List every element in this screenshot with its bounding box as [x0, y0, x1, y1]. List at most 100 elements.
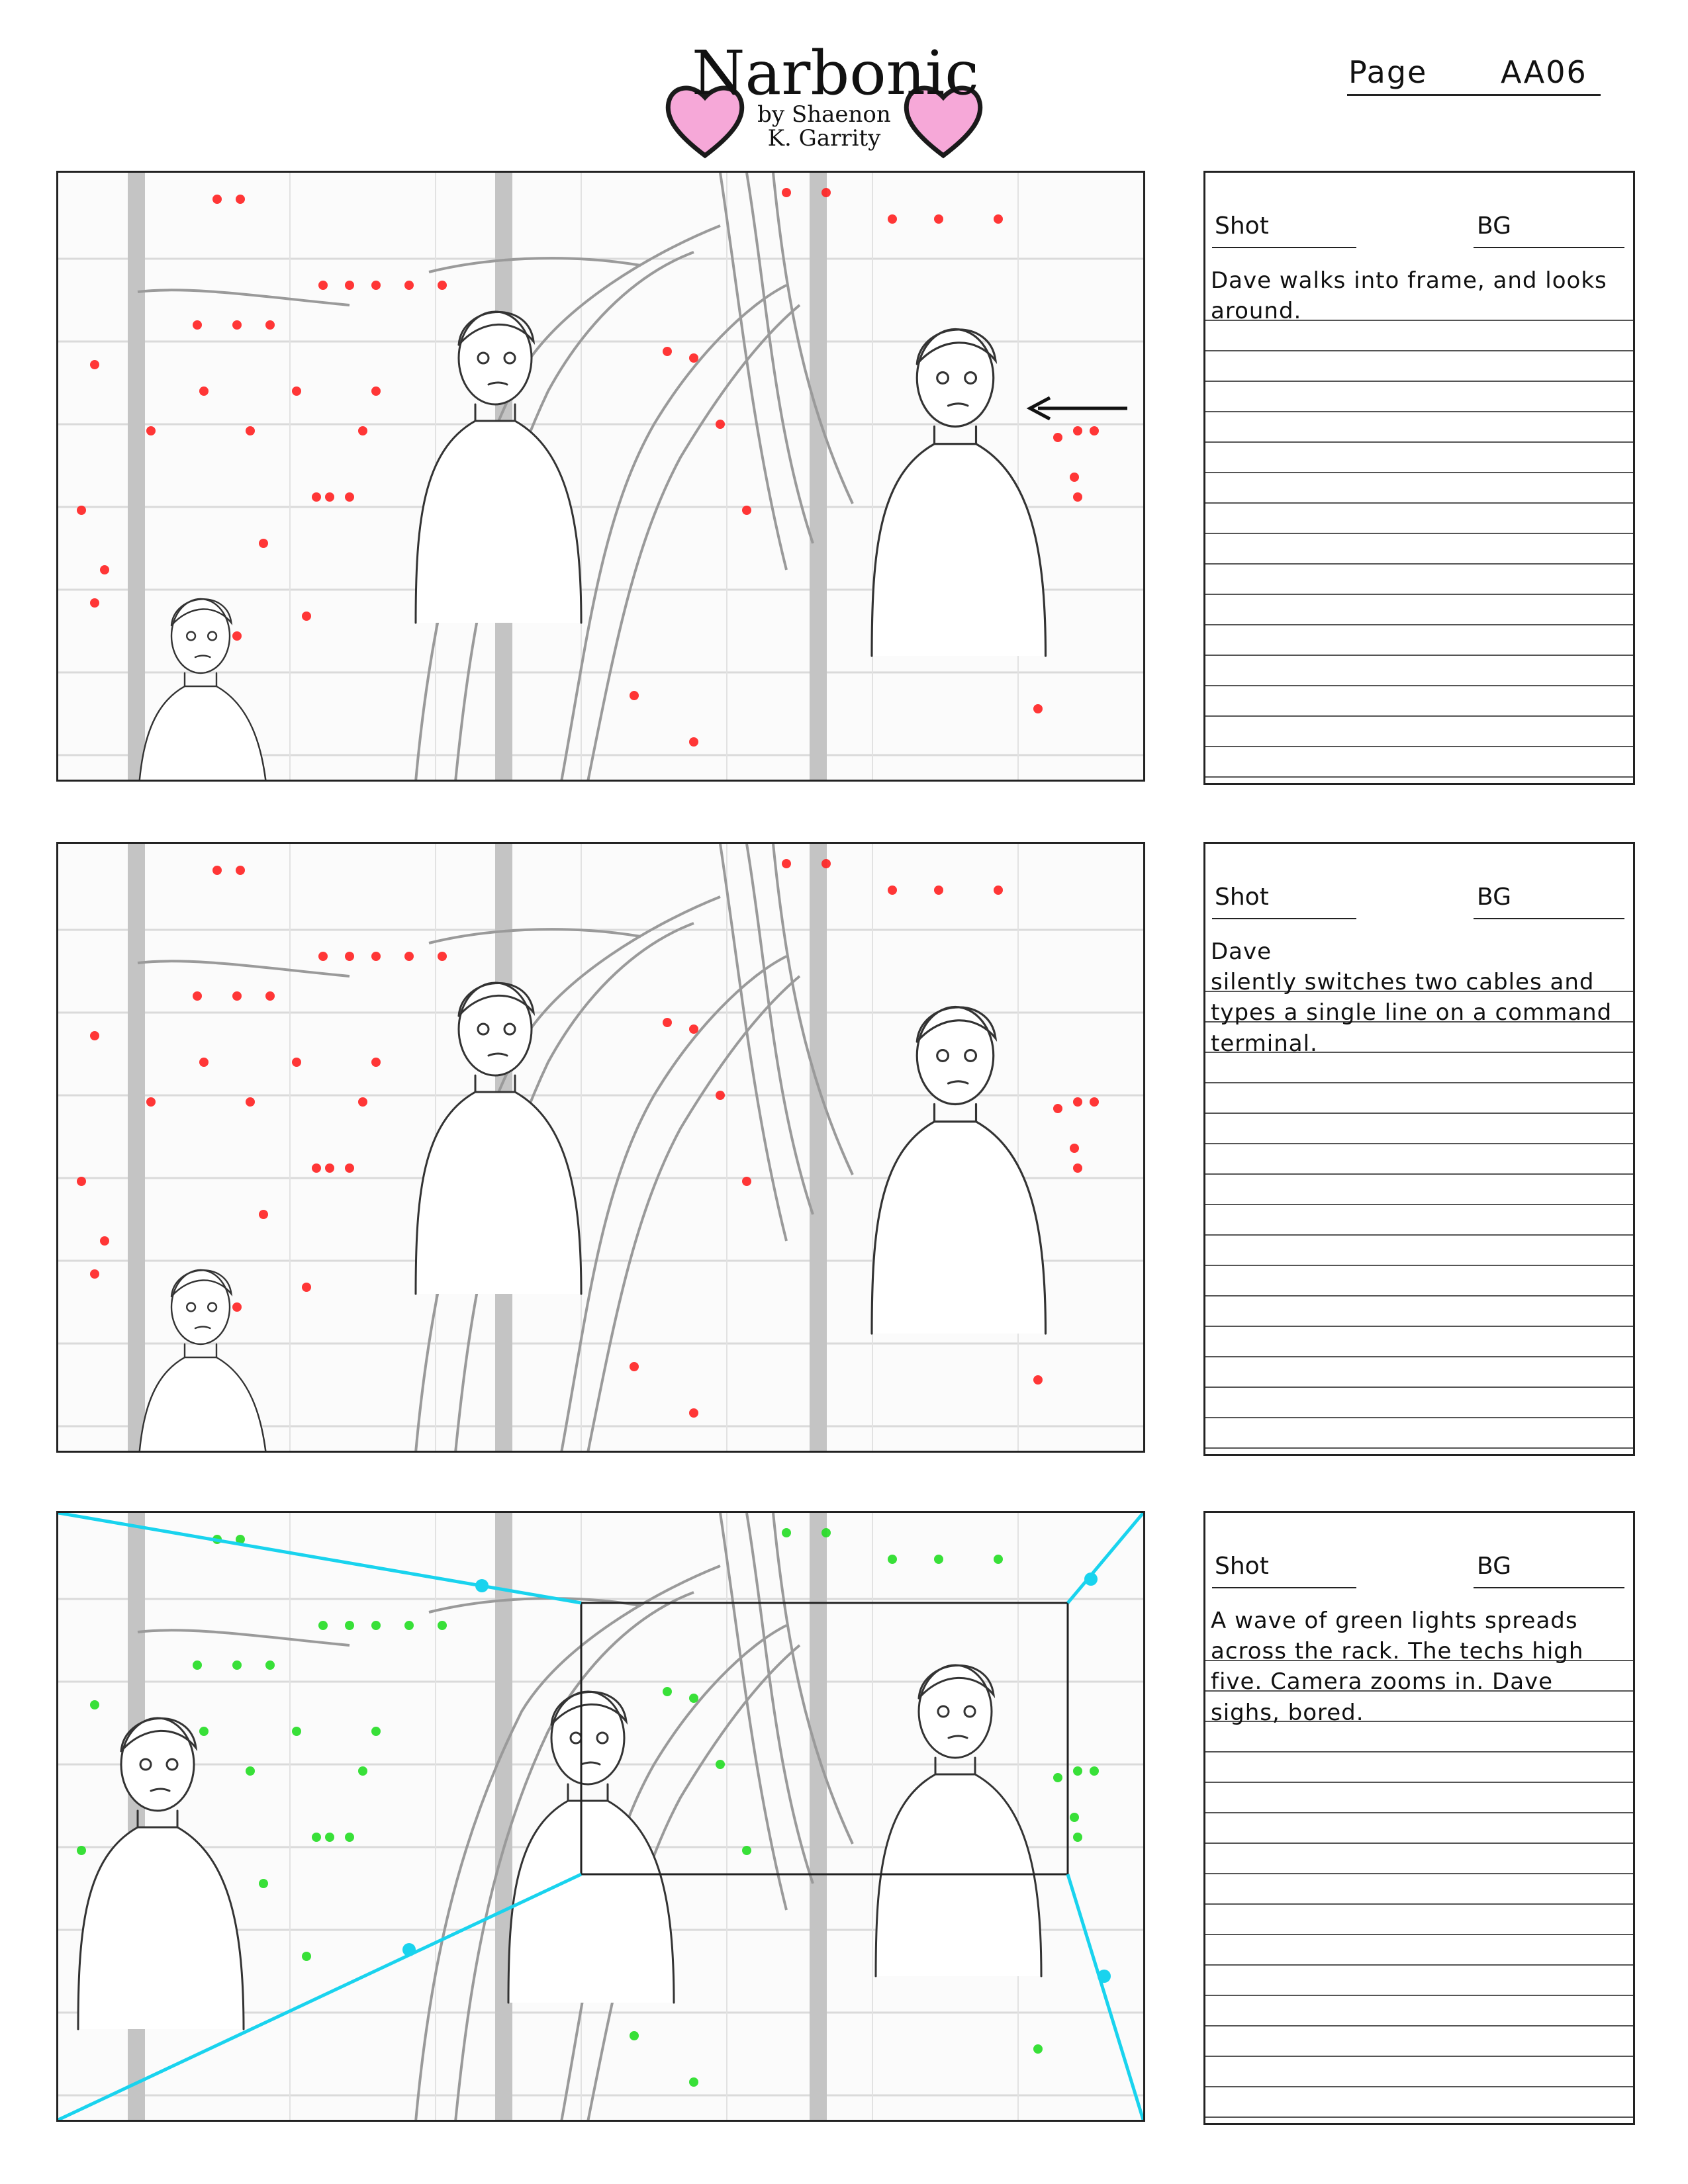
- red-light: [742, 506, 751, 515]
- red-light: [292, 1058, 301, 1067]
- red-light: [358, 426, 367, 435]
- camera-zoom-arrowhead: [402, 1943, 416, 1956]
- red-light: [265, 991, 275, 1001]
- green-light: [630, 2031, 639, 2040]
- red-light: [782, 188, 791, 197]
- bg-label: BG: [1477, 212, 1511, 240]
- red-light: [232, 631, 242, 641]
- red-light: [689, 737, 698, 747]
- green-light: [742, 1846, 751, 1855]
- red-light: [232, 320, 242, 330]
- bg-field[interactable]: [1474, 1587, 1624, 1588]
- red-light: [1073, 1097, 1082, 1107]
- shot-label: Shot: [1215, 212, 1269, 240]
- green-light: [345, 1833, 354, 1842]
- red-light: [246, 426, 255, 435]
- green-light: [689, 2077, 698, 2087]
- red-light: [1073, 492, 1082, 502]
- green-light: [663, 1687, 672, 1696]
- red-light: [371, 281, 381, 290]
- red-light: [193, 320, 202, 330]
- red-light: [1033, 704, 1043, 713]
- green-light: [232, 1661, 242, 1670]
- panel-description: A wave of green lights spreads across th…: [1211, 1608, 1584, 1726]
- shot-field[interactable]: [1212, 918, 1356, 919]
- green-light: [371, 1621, 381, 1630]
- red-light: [994, 886, 1003, 895]
- panel-description: Dave walks into frame, and looks around.: [1211, 267, 1607, 325]
- red-light: [100, 1236, 109, 1246]
- red-light: [438, 952, 447, 961]
- red-light: [404, 952, 414, 961]
- red-light: [318, 952, 328, 961]
- red-light: [821, 188, 831, 197]
- shot-label: Shot: [1215, 884, 1269, 911]
- red-light: [345, 952, 354, 961]
- red-light: [100, 565, 109, 574]
- green-light: [1090, 1766, 1099, 1776]
- camera-zoom-arrowhead: [1098, 1970, 1111, 1983]
- red-light: [994, 214, 1003, 224]
- page-label: Page: [1348, 54, 1428, 90]
- rack-post: [810, 844, 827, 1451]
- red-light: [1070, 473, 1079, 482]
- green-light: [1073, 1766, 1082, 1776]
- red-light: [90, 360, 99, 369]
- rack-post: [128, 173, 145, 780]
- red-light: [345, 1163, 354, 1173]
- red-light: [146, 1097, 156, 1107]
- green-light: [312, 1833, 321, 1842]
- green-light: [994, 1555, 1003, 1564]
- shot-field[interactable]: [1212, 247, 1356, 248]
- red-light: [312, 492, 321, 502]
- logo-byline-line-1: by Shaenon: [757, 101, 891, 128]
- red-light: [232, 991, 242, 1001]
- red-light: [630, 1362, 639, 1371]
- red-light: [1090, 1097, 1099, 1107]
- green-light: [199, 1727, 209, 1736]
- green-light: [821, 1528, 831, 1537]
- green-light: [265, 1661, 275, 1670]
- page-underline: [1347, 94, 1601, 96]
- red-light: [1033, 1375, 1043, 1385]
- bg-field[interactable]: [1474, 918, 1624, 919]
- logo-byline-line-2: K. Garrity: [767, 125, 881, 152]
- rack-post: [810, 173, 827, 780]
- red-light: [90, 598, 99, 608]
- green-light: [1053, 1773, 1062, 1782]
- shot-field[interactable]: [1212, 1587, 1356, 1588]
- red-light: [199, 1058, 209, 1067]
- red-light: [742, 1177, 751, 1186]
- bg-label: BG: [1477, 1553, 1511, 1580]
- scene-sketch-1: [58, 173, 1143, 780]
- red-light: [934, 886, 943, 895]
- notes-box-1: Shot BG Dave walks into frame, and looks…: [1203, 171, 1635, 785]
- rack-post: [495, 1513, 512, 2120]
- red-light: [232, 1302, 242, 1312]
- green-light: [1070, 1813, 1079, 1822]
- panel-description: Dave silently switches two cables and ty…: [1211, 938, 1613, 1057]
- red-light: [371, 387, 381, 396]
- bg-field[interactable]: [1474, 247, 1624, 248]
- logo-byline: by Shaenon K. Garrity: [745, 103, 904, 150]
- green-light: [404, 1621, 414, 1630]
- red-light: [716, 1091, 725, 1100]
- red-light: [146, 426, 156, 435]
- red-light: [888, 886, 897, 895]
- ruled-lines: [1205, 291, 1633, 780]
- rack-post: [810, 1513, 827, 2120]
- green-light: [246, 1766, 255, 1776]
- red-light: [1070, 1144, 1079, 1153]
- red-light: [312, 1163, 321, 1173]
- green-light: [934, 1555, 943, 1564]
- scene-sketch-2: [58, 844, 1143, 1451]
- red-light: [90, 1031, 99, 1040]
- red-light: [358, 1097, 367, 1107]
- red-light: [663, 1018, 672, 1027]
- rack-post: [128, 844, 145, 1451]
- red-light: [1053, 433, 1062, 442]
- green-light: [1033, 2044, 1043, 2054]
- green-light: [345, 1621, 354, 1630]
- page-number: AA06: [1501, 54, 1587, 90]
- red-light: [1073, 1163, 1082, 1173]
